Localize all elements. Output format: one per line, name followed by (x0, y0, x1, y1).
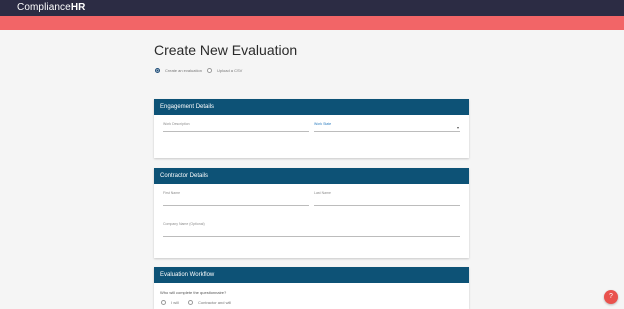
company-name-label: Company Name (Optional) (163, 222, 205, 226)
first-name-field[interactable]: First Name (163, 191, 309, 206)
workflow-option-contractor-label: Contractor and will (198, 300, 232, 305)
accent-banner (0, 16, 624, 30)
radio-unselected-icon[interactable] (207, 67, 212, 73)
mode-option-create[interactable]: Create an evaluation (155, 66, 202, 74)
logo-bold-text: HR (70, 2, 86, 13)
chevron-down-icon[interactable] (457, 127, 459, 129)
work-state-select[interactable]: Work State (314, 122, 460, 132)
work-description-field[interactable]: Work Description (163, 122, 309, 132)
work-description-label: Work Description (163, 122, 190, 126)
top-navigation-bar: ComplianceHR (0, 0, 624, 16)
mode-option-upload-label: Upload a CSV (217, 67, 243, 73)
first-name-label: First Name (163, 191, 181, 195)
evaluation-workflow-card: Evaluation Workflow Who will complete th… (154, 267, 469, 309)
engagement-details-card: Engagement Details Work Description Work… (154, 99, 469, 158)
workflow-option-contractor[interactable]: Contractor and will (188, 300, 231, 305)
last-name-field[interactable]: Last Name (314, 191, 460, 206)
workflow-option-i-will-label: I will (171, 300, 179, 305)
work-state-label: Work State (314, 122, 332, 126)
mode-option-upload[interactable]: Upload a CSV (207, 66, 242, 74)
contractor-details-header: Contractor Details (154, 168, 469, 184)
page-title: Create New Evaluation (154, 42, 298, 58)
last-name-label: Last Name (314, 191, 331, 195)
workflow-question: Who will complete the questionnaire? (160, 290, 227, 295)
radio-unselected-icon[interactable] (161, 300, 166, 305)
help-button[interactable]: ? (604, 290, 618, 304)
engagement-details-header: Engagement Details (154, 99, 469, 115)
radio-selected-icon[interactable] (155, 67, 160, 73)
logo-text: Compliance (17, 2, 71, 13)
radio-unselected-icon[interactable] (188, 300, 193, 305)
contractor-details-card: Contractor Details First Name Last Name … (154, 168, 469, 258)
workflow-option-i-will[interactable]: I will (161, 300, 179, 305)
compliancehr-logo[interactable]: ComplianceHR (17, 2, 85, 14)
mode-option-create-label: Create an evaluation (165, 67, 202, 73)
company-name-field[interactable]: Company Name (Optional) (163, 222, 460, 237)
evaluation-workflow-header: Evaluation Workflow (154, 267, 469, 283)
